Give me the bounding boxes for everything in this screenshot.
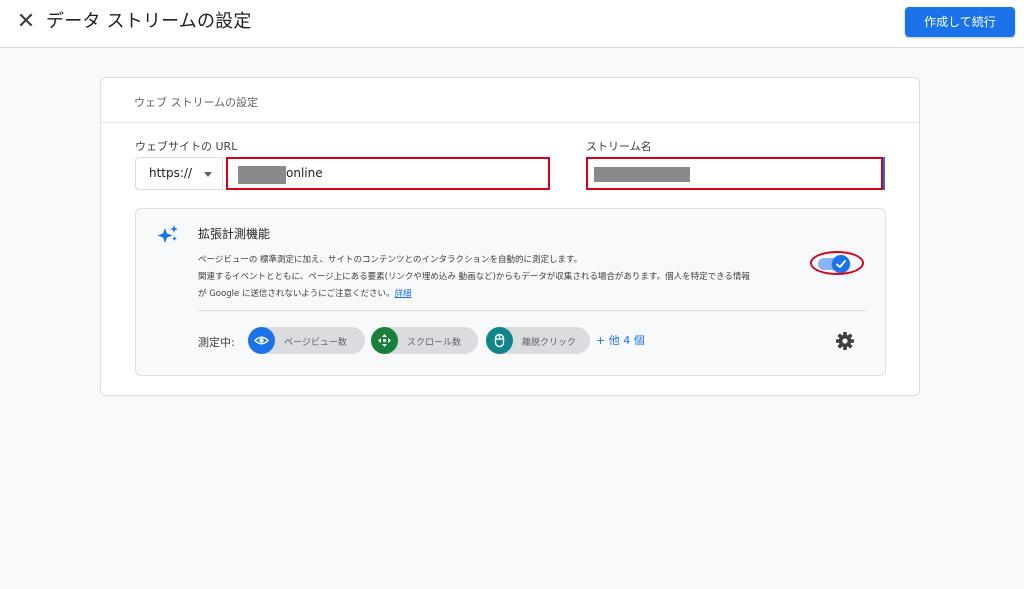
gear-icon[interactable] bbox=[835, 331, 855, 351]
chevron-down-icon bbox=[204, 172, 212, 177]
url-value: online bbox=[286, 166, 323, 180]
chip-outbound-clicks: 離脱クリック bbox=[486, 327, 590, 354]
measuring-label: 測定中: bbox=[198, 336, 235, 349]
protocol-select[interactable]: https:// bbox=[135, 157, 223, 190]
mouse-icon bbox=[486, 327, 513, 354]
website-url-input[interactable]: online bbox=[226, 157, 550, 190]
card-title: ウェブ ストリームの設定 bbox=[134, 96, 259, 109]
chip-label: スクロール数 bbox=[407, 338, 462, 348]
description-line: が Google に送信されないようにご注意ください。 bbox=[198, 289, 395, 299]
enhanced-measurement-panel: 拡張計測機能 ページビューの 標準測定に加え、サイトのコンテンツとのインタラクシ… bbox=[135, 208, 886, 376]
details-link[interactable]: 詳細 bbox=[395, 289, 412, 299]
chip-label: 離脱クリック bbox=[522, 338, 577, 348]
redacted-block bbox=[594, 167, 690, 182]
stream-name-label: ストリーム名 bbox=[586, 140, 652, 153]
description-line: ページビューの 標準測定に加え、サイトのコンテンツとのインタラクションを自動的に… bbox=[198, 255, 583, 265]
protocol-value: https:// bbox=[149, 166, 193, 180]
focus-indicator bbox=[883, 157, 885, 190]
chip-page-views: ページビュー数 bbox=[248, 327, 365, 354]
page-title: データ ストリームの設定 bbox=[46, 11, 252, 32]
url-label: ウェブサイトの URL bbox=[135, 140, 238, 153]
description-line-with-link: が Google に送信されないようにご注意ください。詳細 bbox=[198, 287, 412, 299]
stream-name-input[interactable] bbox=[586, 157, 883, 190]
sparkle-icon bbox=[157, 225, 178, 243]
top-bar: ✕ データ ストリームの設定 作成して続行 bbox=[0, 0, 1024, 48]
eye-icon bbox=[248, 327, 275, 354]
card-header: ウェブ ストリームの設定 bbox=[101, 78, 919, 123]
close-icon[interactable]: ✕ bbox=[14, 10, 38, 34]
more-events-link[interactable]: + 他 4 個 bbox=[596, 332, 645, 348]
annotation-highlight bbox=[810, 251, 864, 275]
chip-scrolls: スクロール数 bbox=[371, 327, 478, 354]
create-and-continue-button[interactable]: 作成して続行 bbox=[905, 7, 1015, 37]
chip-label: ページビュー数 bbox=[284, 338, 347, 348]
description-line: 関連するイベントとともに、ページ上にある要素(リンクや埋め込み 動画など)からも… bbox=[198, 272, 750, 282]
redacted-block bbox=[238, 166, 286, 184]
divider bbox=[198, 310, 866, 311]
web-stream-settings-card: ウェブ ストリームの設定 ウェブサイトの URL https:// online… bbox=[100, 77, 920, 396]
scroll-arrows-icon bbox=[371, 327, 398, 354]
enhanced-measurement-title: 拡張計測機能 bbox=[198, 227, 271, 241]
